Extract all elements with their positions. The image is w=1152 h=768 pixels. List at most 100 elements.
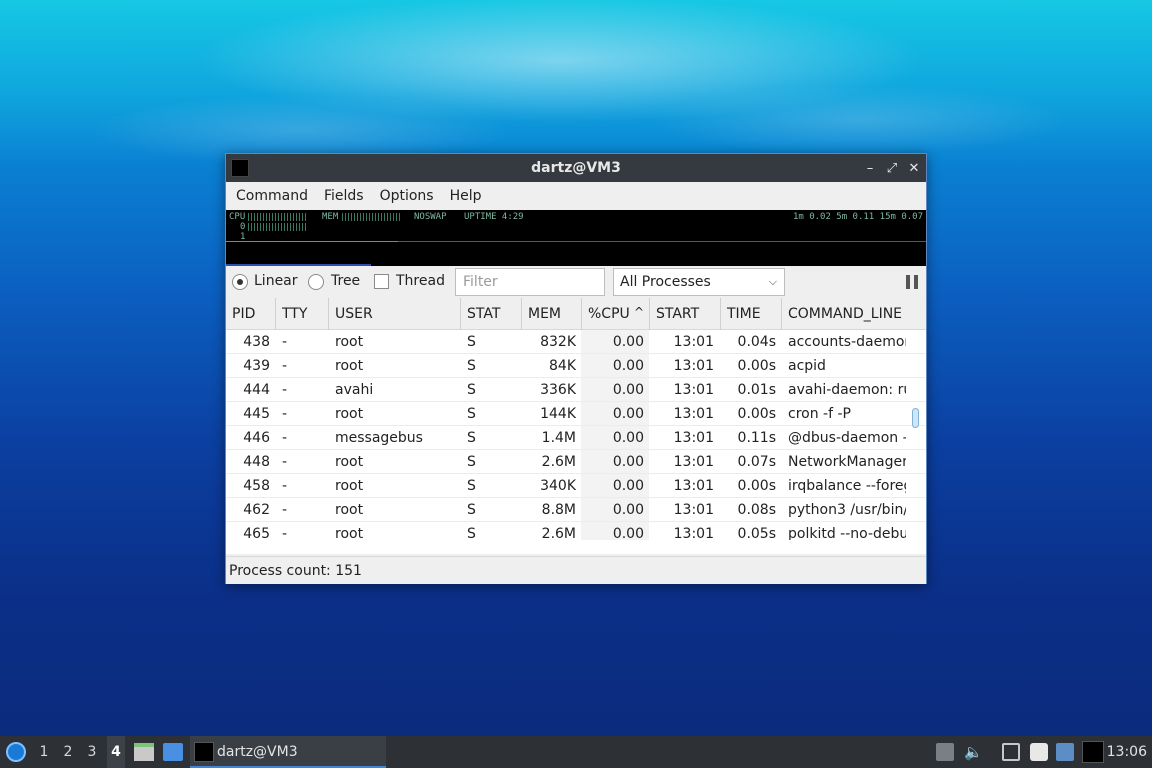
table-row[interactable]: 458- root S 340K 0.00 13:01 0.00s irqbalance --… [226, 474, 926, 498]
col-tty[interactable]: TTY [276, 298, 329, 330]
workspace-3[interactable]: 3 [83, 736, 101, 768]
col-cpu-label: %CPU [588, 306, 630, 322]
cell-cmd: NetworkManager [788, 454, 906, 470]
clipboard-icon[interactable] [1030, 743, 1048, 761]
window-titlebar[interactable]: dartz@VM3 – ⤢ ✕ [226, 154, 926, 182]
cell-cmd: irqbalance --foreg [788, 478, 906, 494]
cell-user: root [335, 478, 364, 494]
cell-time: 0.07s [737, 454, 776, 470]
process-filter-value: All Processes [620, 274, 711, 290]
meter-graph-highlight [226, 241, 398, 242]
cell-user: root [335, 406, 364, 422]
cell-mem: 1.4M [541, 430, 576, 446]
table-row[interactable]: 439- root S 84K 0.00 13:01 0.00s acpid [226, 354, 926, 378]
pause-icon[interactable] [906, 275, 918, 289]
cell-cpu: 0.00 [612, 406, 644, 422]
cell-start: 13:01 [673, 430, 714, 446]
cell-cmd: python3 /usr/bin/ [788, 502, 906, 518]
process-filter-select[interactable]: All Processes ⌵ [613, 268, 785, 296]
cell-cmd: acpid [788, 358, 826, 374]
taskbar: 1 2 3 4 dartz@VM3 🔈 13:06 [0, 736, 1152, 768]
linear-label[interactable]: Linear [254, 273, 298, 289]
close-button[interactable]: ✕ [908, 161, 920, 176]
cell-pid: 465 [243, 526, 270, 540]
meter-swap-label: NOSWAP [414, 212, 447, 222]
terminal-icon [194, 742, 214, 762]
table-row[interactable]: 446- messagebus S 1.4M 0.00 13:01 0.11s @dbus-d… [226, 426, 926, 450]
cell-start: 13:01 [673, 526, 714, 540]
cell-stat: S [467, 406, 476, 422]
cell-user: avahi [335, 382, 374, 398]
cell-mem: 336K [540, 382, 576, 398]
col-stat[interactable]: STAT [461, 298, 522, 330]
meter-cpu-core0: 0 [240, 222, 246, 232]
network-icon[interactable] [1002, 743, 1020, 761]
thread-checkbox[interactable] [374, 274, 389, 289]
cell-cpu: 0.00 [612, 334, 644, 350]
vertical-scrollbar[interactable] [912, 408, 919, 428]
col-mem[interactable]: MEM [522, 298, 582, 330]
col-start[interactable]: START [650, 298, 721, 330]
show-desktop-icon[interactable] [163, 743, 183, 761]
table-row[interactable]: 444- avahi S 336K 0.00 13:01 0.01s avahi-daemon… [226, 378, 926, 402]
cell-user: root [335, 502, 364, 518]
col-time[interactable]: TIME [721, 298, 782, 330]
table-row[interactable]: 448- root S 2.6M 0.00 13:01 0.07s NetworkManage… [226, 450, 926, 474]
workspace-1[interactable]: 1 [35, 736, 53, 768]
cell-tty: - [282, 478, 288, 494]
table-row[interactable]: 438- root S 832K 0.00 13:01 0.04s accounts-daem… [226, 330, 926, 354]
table-row[interactable]: 462- root S 8.8M 0.00 13:01 0.08s python3 /usr/… [226, 498, 926, 522]
menu-command[interactable]: Command [228, 182, 316, 210]
cell-pid: 448 [243, 454, 270, 470]
menu-fields[interactable]: Fields [316, 182, 372, 210]
col-user[interactable]: USER [329, 298, 461, 330]
tree-label[interactable]: Tree [331, 273, 360, 289]
thread-label[interactable]: Thread [396, 273, 445, 289]
view-toolbar: Linear Tree Thread All Processes ⌵ [226, 266, 926, 298]
cell-mem: 144K [540, 406, 576, 422]
cell-time: 0.11s [737, 430, 776, 446]
terminal-tray-icon[interactable] [1082, 741, 1104, 763]
cell-pid: 462 [243, 502, 270, 518]
cell-cmd: @dbus-daemon -- [788, 430, 906, 446]
tree-radio[interactable] [308, 274, 324, 290]
col-cpu[interactable]: %CPU ^ [582, 298, 650, 330]
table-row[interactable]: 445- root S 144K 0.00 13:01 0.00s cron -f -P [226, 402, 926, 426]
filter-input[interactable] [455, 268, 605, 296]
window-title: dartz@VM3 [531, 160, 621, 176]
cell-start: 13:01 [673, 454, 714, 470]
cell-tty: - [282, 430, 288, 446]
cell-stat: S [467, 526, 476, 540]
meter-uptime: UPTIME 4:29 [464, 212, 524, 222]
restore-button[interactable]: ⤢ [886, 161, 898, 176]
resource-meter: CPU 0 1 MEM NOSWAP UPTIME 4:29 1m 0.02 5… [226, 210, 926, 266]
workspace-2[interactable]: 2 [59, 736, 77, 768]
cell-mem: 2.6M [541, 454, 576, 470]
volume-icon[interactable]: 🔈 [964, 743, 983, 761]
cell-cpu: 0.00 [612, 502, 644, 518]
meter-mem-label: MEM [322, 212, 339, 222]
cell-user: root [335, 358, 364, 374]
col-command-line[interactable]: COMMAND_LINE [782, 298, 926, 330]
taskbar-task-dartz-vm3[interactable]: dartz@VM3 [190, 736, 386, 768]
start-menu-icon[interactable] [6, 742, 26, 762]
file-manager-icon[interactable] [134, 743, 154, 761]
notification-icon[interactable] [1056, 743, 1074, 761]
process-table: PID TTY USER STAT MEM %CPU ^ START TIME … [226, 298, 926, 554]
updates-icon[interactable] [936, 743, 954, 761]
cell-mem: 340K [540, 478, 576, 494]
linear-radio[interactable] [232, 274, 248, 290]
table-row[interactable]: 465- root S 2.6M 0.00 13:01 0.05s polkitd --no-… [226, 522, 926, 540]
cell-mem: 84K [549, 358, 576, 374]
menu-help[interactable]: Help [442, 182, 490, 210]
cpu-bar [248, 213, 308, 221]
minimize-button[interactable]: – [864, 161, 876, 176]
workspace-4[interactable]: 4 [107, 736, 125, 768]
menu-options[interactable]: Options [372, 182, 442, 210]
cell-start: 13:01 [673, 382, 714, 398]
col-pid[interactable]: PID [226, 298, 276, 330]
cell-stat: S [467, 502, 476, 518]
cell-tty: - [282, 382, 288, 398]
cell-time: 0.05s [737, 526, 776, 540]
mem-bar [342, 213, 402, 221]
